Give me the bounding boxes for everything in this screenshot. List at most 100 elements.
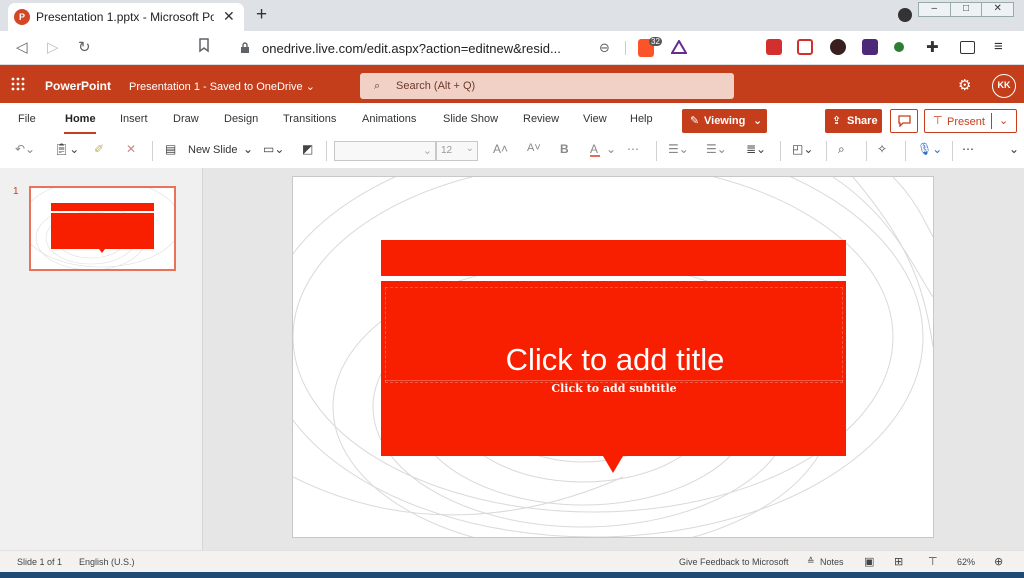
tab-home[interactable]: Home xyxy=(65,113,96,125)
find-icon[interactable]: ⌕ xyxy=(838,142,845,157)
clear-icon[interactable]: ✕ xyxy=(126,142,136,156)
shapes-icon[interactable]: ◰⌄ xyxy=(792,142,813,156)
forward-icon[interactable]: ▷ xyxy=(47,38,59,56)
k-extension-icon[interactable] xyxy=(830,39,846,55)
viewing-mode-button[interactable]: ✎ Viewing ⌄ xyxy=(682,109,767,133)
bold-icon[interactable]: B xyxy=(560,142,569,156)
search-placeholder: Search (Alt + Q) xyxy=(396,80,476,92)
new-tab-icon[interactable]: + xyxy=(256,4,267,26)
tab-help[interactable]: Help xyxy=(630,113,653,125)
font-color-chevron-icon[interactable]: ⌄ xyxy=(606,142,616,156)
slide-canvas[interactable]: Click to add title Click to add subtitle xyxy=(292,176,934,538)
browser-tab[interactable]: P Presentation 1.pptx - Microsoft PowerP… xyxy=(8,3,244,31)
tab-transitions[interactable]: Transitions xyxy=(283,113,336,125)
tab-close-icon[interactable]: ✕ xyxy=(223,8,235,25)
app-header: PowerPoint Presentation 1 - Saved to One… xyxy=(0,65,1024,103)
more-font-options-icon[interactable]: ⋯ xyxy=(627,142,639,156)
bookmark-icon[interactable] xyxy=(198,38,210,53)
extensions-puzzle-icon[interactable]: ✚ xyxy=(926,38,939,56)
maximize-button[interactable]: □ xyxy=(949,2,983,17)
slideshow-view-icon[interactable]: ⊤ xyxy=(928,555,938,568)
divider xyxy=(152,141,153,161)
numbering-icon[interactable]: ☰⌄ xyxy=(706,142,727,156)
background-icon[interactable]: ◩ xyxy=(302,142,313,156)
pdf-extension-icon[interactable] xyxy=(766,39,782,55)
feedback-link[interactable]: Give Feedback to Microsoft xyxy=(679,557,789,567)
tab-animations[interactable]: Animations xyxy=(362,113,416,125)
tab-design[interactable]: Design xyxy=(224,113,258,125)
url-text: onedrive.live.com/edit.aspx?action=editn… xyxy=(262,41,561,56)
chevron-down-icon: ⌄ xyxy=(422,145,432,157)
menu-icon[interactable]: ≡ xyxy=(994,38,1003,55)
title-placeholder-box[interactable]: Click to add title xyxy=(385,287,843,383)
ribbon-tabs: File Home Insert Draw Design Transitions… xyxy=(0,103,1024,135)
slide-thumbnail[interactable] xyxy=(29,186,176,271)
app-launcher-icon[interactable] xyxy=(11,77,25,91)
share-button[interactable]: ⇪ Share xyxy=(825,109,882,133)
zoom-icon[interactable]: ⊖ xyxy=(599,40,610,56)
minimize-button[interactable]: – xyxy=(918,2,951,17)
settings-gear-icon[interactable]: ⚙ xyxy=(958,76,971,94)
green-extension-icon[interactable] xyxy=(894,42,904,52)
expand-ribbon-icon[interactable]: ⌄ xyxy=(1009,142,1019,156)
tab-slide-show[interactable]: Slide Show xyxy=(443,113,498,125)
new-slide-icon[interactable]: ▤ xyxy=(165,142,176,156)
tab-draw[interactable]: Draw xyxy=(173,113,199,125)
font-size-select[interactable]: 12 ⌄ xyxy=(436,141,478,161)
pocket-extension-icon[interactable] xyxy=(797,39,813,55)
more-options-icon[interactable]: ⋯ xyxy=(962,142,974,156)
notes-button[interactable]: Notes xyxy=(820,557,844,567)
layout-icon[interactable]: ▭⌄ xyxy=(263,142,284,156)
reload-icon[interactable]: ↻ xyxy=(78,38,91,56)
font-name-select[interactable]: ⌄ xyxy=(334,141,436,161)
slide-sorter-icon[interactable]: ⊞ xyxy=(894,555,903,568)
normal-view-icon[interactable]: ▣ xyxy=(864,555,874,568)
undo-icon[interactable]: ↶⌄ xyxy=(15,142,35,156)
slide-title-placeholder[interactable]: Click to add title xyxy=(386,342,844,378)
designer-icon[interactable]: ✧ xyxy=(877,142,887,156)
dictate-mic-icon[interactable]: 🎙︎⌄ xyxy=(917,142,942,156)
present-button[interactable]: ⊤ Present ⌄ xyxy=(924,109,1017,133)
user-avatar[interactable]: KK xyxy=(992,74,1016,98)
align-icon[interactable]: ≣⌄ xyxy=(746,142,766,156)
format-painter-icon[interactable]: ✐ xyxy=(94,142,104,156)
browser-tab-bar: P Presentation 1.pptx - Microsoft PowerP… xyxy=(0,0,1024,31)
document-title[interactable]: Presentation 1 - Saved to OneDrive ⌄ xyxy=(129,80,315,93)
app-name[interactable]: PowerPoint xyxy=(45,79,111,93)
subtitle-placeholder-box[interactable]: Click to add subtitle xyxy=(385,380,843,452)
browser-tab-title: Presentation 1.pptx - Microsoft PowerPoi… xyxy=(36,10,214,24)
shrink-font-icon[interactable]: A˅ xyxy=(527,142,541,154)
ribbon: File Home Insert Draw Design Transitions… xyxy=(0,103,1024,168)
grow-font-icon[interactable]: A˄ xyxy=(493,142,508,156)
wallet-icon[interactable] xyxy=(960,41,975,54)
viewing-label: Viewing xyxy=(704,115,746,127)
chart-extension-icon[interactable] xyxy=(862,39,878,55)
close-window-button[interactable]: ✕ xyxy=(981,2,1015,17)
comments-button[interactable] xyxy=(890,109,918,133)
fit-to-window-icon[interactable]: ⊕ xyxy=(994,555,1003,568)
language-indicator[interactable]: English (U.S.) xyxy=(79,557,135,567)
os-taskbar xyxy=(0,572,1024,578)
divider xyxy=(826,141,827,161)
zoom-level[interactable]: 62% xyxy=(957,557,975,567)
browser-profile-icon[interactable] xyxy=(898,8,912,22)
slide-subtitle-placeholder[interactable]: Click to add subtitle xyxy=(385,382,843,395)
chevron-down-icon[interactable]: ⌄ xyxy=(999,114,1008,127)
tab-file[interactable]: File xyxy=(18,113,36,125)
tab-review[interactable]: Review xyxy=(523,113,559,125)
paste-icon[interactable]: 📋︎⌄ xyxy=(54,142,79,156)
powerpoint-favicon-icon: P xyxy=(14,9,30,25)
font-color-icon[interactable]: A xyxy=(590,142,600,157)
ribbon-toolbar: ↶⌄ 📋︎⌄ ✐ ✕ ▤ New Slide ⌄ ▭⌄ ◩ ⌄ 12 ⌄ A˄ … xyxy=(0,137,1024,165)
brave-rewards-icon[interactable] xyxy=(671,40,687,54)
back-icon[interactable]: ◁ xyxy=(16,38,28,56)
bullets-icon[interactable]: ☰⌄ xyxy=(668,142,689,156)
new-slide-button[interactable]: New Slide xyxy=(188,144,238,156)
tab-view[interactable]: View xyxy=(583,113,607,125)
address-bar[interactable]: onedrive.live.com/edit.aspx?action=editn… xyxy=(228,35,698,61)
thumbnail-number: 1 xyxy=(13,186,19,197)
search-box[interactable]: ⌕ Search (Alt + Q) xyxy=(360,73,734,99)
notes-icon[interactable]: ≙ xyxy=(807,556,815,567)
new-slide-chevron-icon[interactable]: ⌄ xyxy=(243,142,253,156)
tab-insert[interactable]: Insert xyxy=(120,113,148,125)
